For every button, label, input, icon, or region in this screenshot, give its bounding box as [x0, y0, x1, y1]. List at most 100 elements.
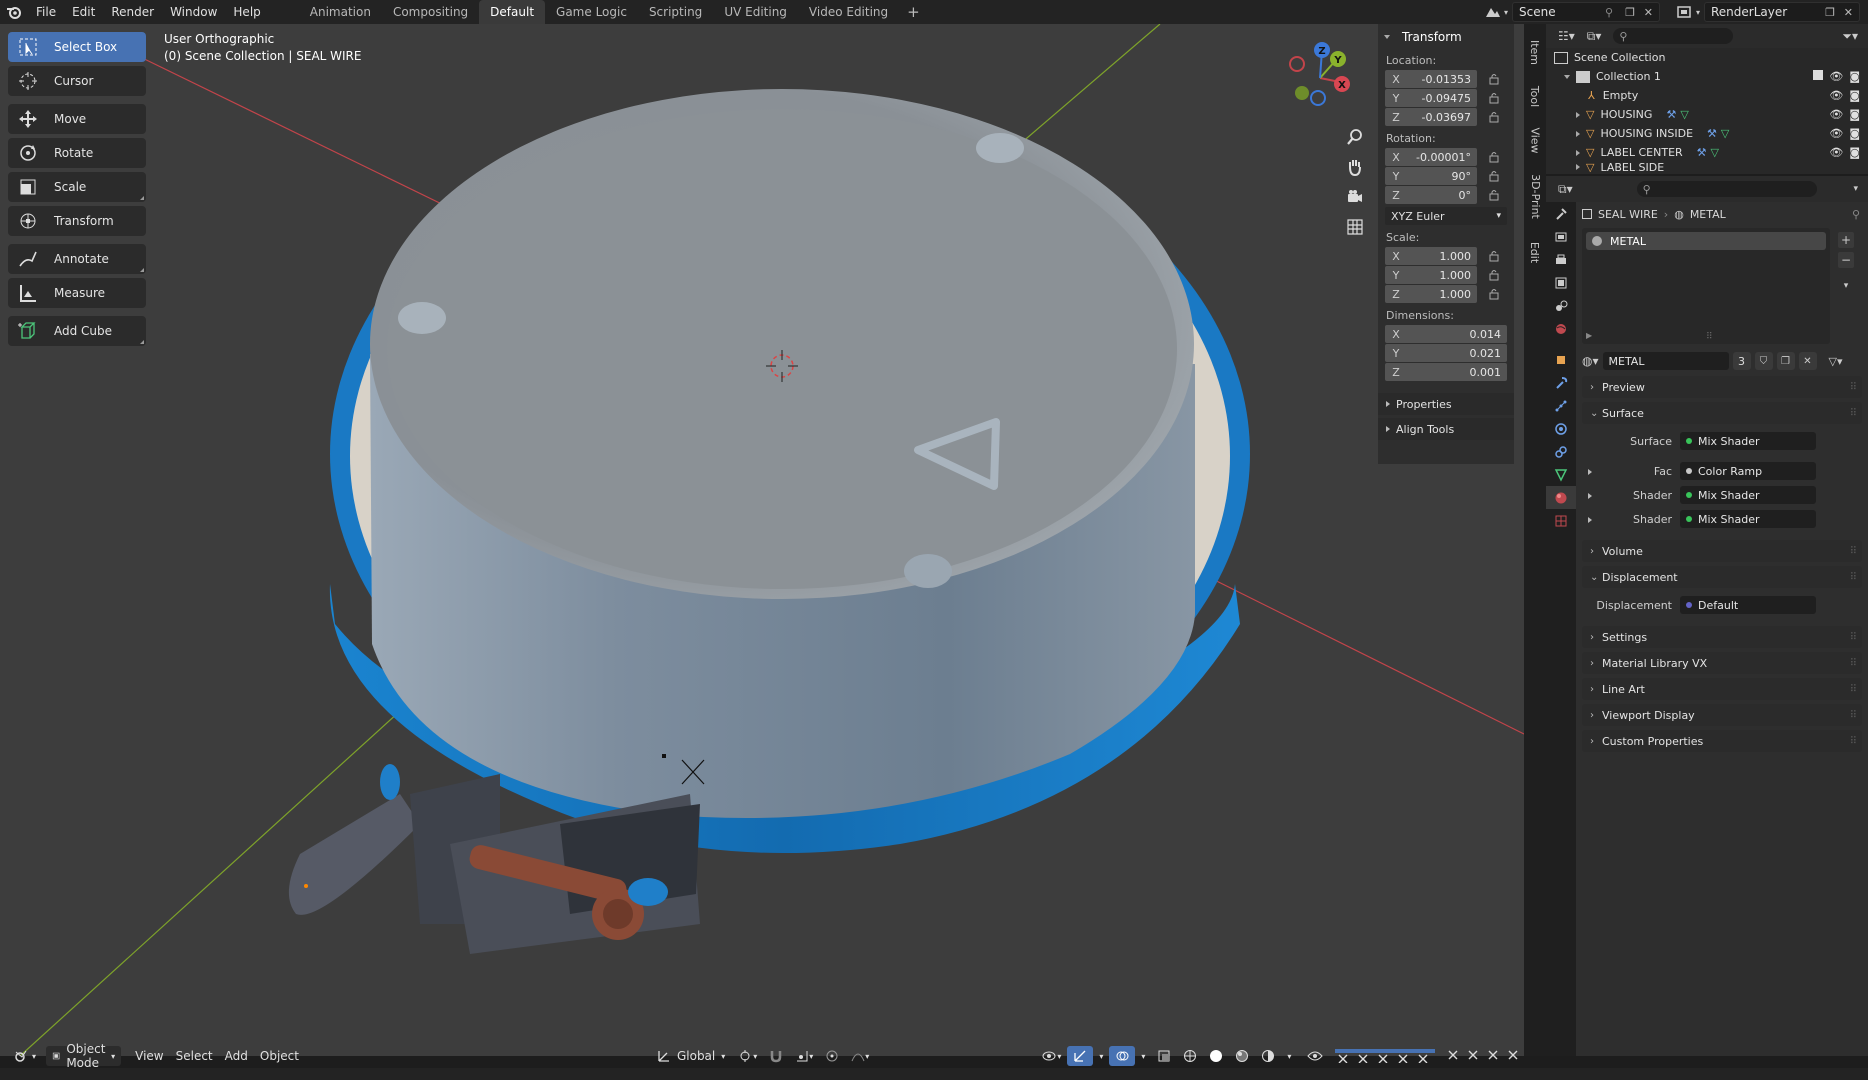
drag-handle-icon[interactable]: ⠿ — [1850, 408, 1857, 419]
new-material-icon[interactable]: ❐ — [1776, 352, 1795, 370]
ortho-grid-icon[interactable] — [1342, 214, 1368, 240]
shading-wireframe-icon[interactable] — [1177, 1046, 1203, 1066]
unlink-material-icon[interactable]: ✕ — [1798, 352, 1817, 370]
shading-material-icon[interactable] — [1229, 1046, 1255, 1066]
expand-icon[interactable] — [1588, 489, 1600, 502]
outliner-item-housing-inside[interactable]: ▽ HOUSING INSIDE ⚒ ▽ 👁 ◙ — [1546, 124, 1868, 143]
pin-icon[interactable]: ⚲ — [1852, 208, 1860, 221]
lock-icon[interactable] — [1489, 269, 1499, 281]
snap-magnet-icon[interactable] — [763, 1046, 789, 1066]
rotation-x-field[interactable]: X -0.00001° — [1385, 148, 1499, 166]
tool-transform[interactable]: Transform — [8, 206, 146, 236]
checkbox-icon[interactable] — [1813, 70, 1824, 80]
xray-toggle-icon[interactable] — [1151, 1046, 1177, 1066]
scene-name-field[interactable]: Scene ⚲ ❐ ✕ — [1512, 2, 1660, 22]
dimensions-x-field[interactable]: X 0.014 — [1385, 325, 1507, 343]
pivot-point-icon[interactable]: ▾ — [731, 1046, 763, 1066]
rotation-mode-dropdown[interactable]: XYZ Euler ▾ — [1385, 207, 1507, 225]
tool-measure[interactable]: Measure — [8, 278, 146, 308]
menu-help[interactable]: Help — [225, 0, 268, 24]
expand-icon[interactable] — [1576, 130, 1580, 137]
scene-selector-icon[interactable]: ▾ — [1484, 2, 1508, 22]
remove-slot-button[interactable]: − — [1838, 252, 1854, 268]
drag-handle-icon[interactable]: ⠿ — [1850, 736, 1857, 747]
camera-view-icon[interactable] — [1342, 184, 1368, 210]
shading-rendered-icon[interactable] — [1255, 1046, 1281, 1066]
drag-handle-icon[interactable]: ⠿ — [1850, 382, 1857, 393]
tool-move[interactable]: Move — [8, 104, 146, 134]
filter-toggles-icon[interactable] — [1329, 1046, 1541, 1066]
lock-icon[interactable] — [1489, 111, 1499, 123]
selectability-icon[interactable]: ▾ — [1035, 1046, 1067, 1066]
falloff-icon[interactable]: ▾ — [845, 1046, 875, 1066]
gizmo-toggle-icon[interactable] — [1067, 1046, 1094, 1066]
lock-icon[interactable] — [1489, 250, 1499, 262]
menu-window[interactable]: Window — [162, 0, 225, 24]
filter-icon[interactable]: ⏷▾ — [1842, 29, 1858, 44]
tab-scene[interactable] — [1546, 294, 1576, 317]
add-workspace-button[interactable]: + — [899, 3, 928, 21]
expand-icon[interactable] — [1564, 74, 1570, 79]
tab-constraints[interactable] — [1546, 440, 1576, 463]
rotation-y-field[interactable]: Y 90° — [1385, 167, 1499, 185]
lock-icon[interactable] — [1489, 170, 1499, 182]
tab-output[interactable] — [1546, 248, 1576, 271]
drag-handle-icon[interactable]: ⠿ — [1850, 710, 1857, 721]
menu-file[interactable]: File — [28, 0, 64, 24]
view-layer-field[interactable]: RenderLayer ❐ ✕ — [1704, 2, 1860, 22]
browse-material-icon[interactable]: ◍▾ — [1582, 354, 1599, 368]
menu-view[interactable]: View — [129, 1046, 169, 1066]
panel-line-art[interactable]: › Line Art ⠿ — [1582, 678, 1862, 700]
delete-view-layer-icon[interactable]: ✕ — [1844, 6, 1853, 19]
tab-tool-settings[interactable] — [1546, 202, 1576, 225]
tab-material[interactable] — [1546, 486, 1576, 509]
menu-select[interactable]: Select — [170, 1046, 219, 1066]
dimensions-z-field[interactable]: Z 0.001 — [1385, 363, 1507, 381]
add-slot-button[interactable]: + — [1838, 232, 1854, 248]
drag-handle-icon[interactable]: ⠿ — [1850, 684, 1857, 695]
overlays-toggle-icon[interactable] — [1109, 1046, 1136, 1066]
panel-custom-properties[interactable]: › Custom Properties ⠿ — [1582, 730, 1862, 752]
3d-viewport[interactable]: Select Box Cursor Move Rotate Scale Tran… — [0, 24, 1524, 1056]
scale-y-field[interactable]: Y 1.000 — [1385, 266, 1499, 284]
rotation-z-field[interactable]: Z 0° — [1385, 186, 1499, 204]
view-layer-selector-icon[interactable]: ▾ — [1676, 2, 1700, 22]
drag-handle-icon[interactable]: ⠿ — [1850, 546, 1857, 557]
tool-add-cube[interactable]: Add Cube — [8, 316, 146, 346]
surface-shader-field[interactable]: Mix Shader — [1680, 432, 1816, 450]
pin-icon[interactable]: ⚲ — [1605, 6, 1613, 19]
eye-icon[interactable]: 👁 — [1829, 127, 1843, 140]
delete-scene-icon[interactable]: ✕ — [1644, 6, 1653, 19]
gizmo-y-label[interactable]: Y — [1333, 55, 1342, 66]
tab-view-layer[interactable] — [1546, 271, 1576, 294]
tool-options-corner-icon[interactable] — [140, 196, 144, 200]
editor-type-icon[interactable]: ⧉▾ — [1558, 182, 1573, 197]
camera-icon[interactable]: ◙ — [1849, 89, 1860, 102]
tab-object[interactable] — [1546, 348, 1576, 371]
user-count-badge[interactable]: 3 — [1732, 352, 1751, 370]
panel-material-library-vx[interactable]: › Material Library VX ⠿ — [1582, 652, 1862, 674]
display-mode-icon[interactable]: ☷▾ — [1558, 29, 1575, 43]
outliner-scene-collection[interactable]: Scene Collection — [1546, 48, 1868, 67]
new-scene-icon[interactable]: ❐ — [1625, 6, 1635, 19]
menu-render[interactable]: Render — [103, 0, 162, 24]
panel-displacement[interactable]: ⌄ Displacement ⠿ — [1582, 566, 1862, 588]
expand-icon[interactable] — [1588, 465, 1600, 478]
tab-physics[interactable] — [1546, 417, 1576, 440]
editor-type-icon[interactable]: ▾ — [8, 1046, 42, 1066]
tab-object-data[interactable] — [1546, 463, 1576, 486]
tool-select-box[interactable]: Select Box — [8, 32, 146, 62]
expand-icon[interactable] — [1588, 513, 1600, 526]
location-z-field[interactable]: Z -0.03697 — [1385, 108, 1499, 126]
tool-annotate[interactable]: Annotate — [8, 244, 146, 274]
panel-surface[interactable]: ⌄ Surface ⠿ — [1582, 402, 1862, 424]
transform-panel-header[interactable]: Transform — [1378, 24, 1514, 50]
tab-view[interactable]: View — [1524, 120, 1546, 160]
camera-icon[interactable]: ◙ — [1849, 70, 1860, 83]
shading-solid-icon[interactable] — [1203, 1046, 1229, 1066]
fake-user-shield-icon[interactable]: ⛉ — [1754, 352, 1773, 370]
transform-orientation-dropdown[interactable]: Global ▾ — [651, 1046, 731, 1066]
tab-edit[interactable]: Edit — [1524, 232, 1546, 272]
tab-3d-print[interactable]: 3D-Print — [1524, 164, 1546, 228]
pan-hand-icon[interactable] — [1342, 154, 1368, 180]
